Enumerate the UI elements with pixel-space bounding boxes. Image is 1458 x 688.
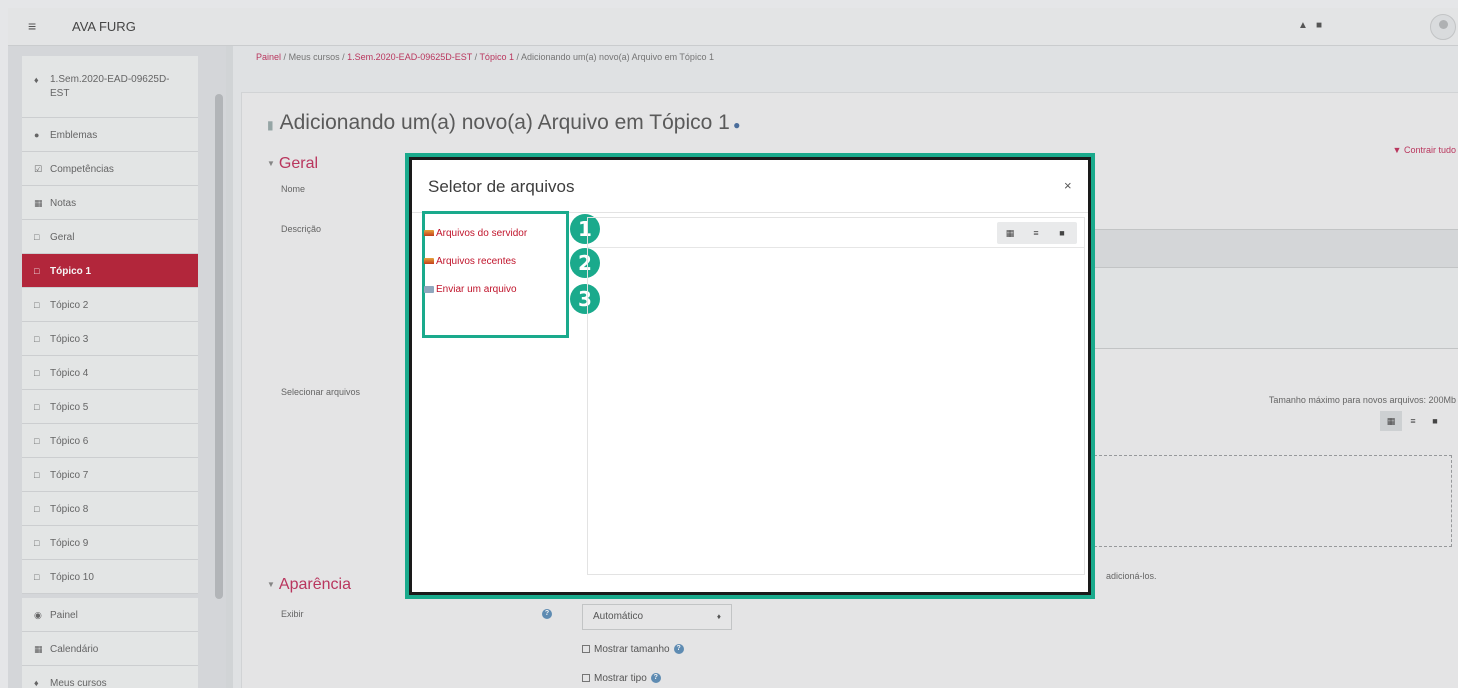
repo-server-files[interactable]: Arquivos do servidor <box>424 228 527 239</box>
file-picker-content-area: ▦ ≡ ■ <box>587 217 1085 575</box>
repo-upload-file[interactable]: Enviar um arquivo <box>424 284 517 295</box>
upload-icon <box>424 285 434 293</box>
close-button[interactable]: × <box>1064 178 1072 193</box>
repo-label: Arquivos recentes <box>436 256 517 267</box>
file-picker-title: Seletor de arquivos <box>428 177 575 196</box>
repo-recent-files[interactable]: Arquivos recentes <box>424 256 516 267</box>
view-toggle-group: ▦ ≡ ■ <box>997 222 1077 244</box>
grid-view-icon[interactable]: ▦ <box>997 222 1023 244</box>
file-picker-toolbar: ▦ ≡ ■ <box>588 218 1084 248</box>
repo-label: Enviar um arquivo <box>436 284 517 295</box>
folder-view-icon[interactable]: ■ <box>1049 222 1075 244</box>
server-files-icon <box>424 230 434 237</box>
file-picker-highlight-frame: Seletor de arquivos × Arquivos do servid… <box>405 153 1095 599</box>
repo-label: Arquivos do servidor <box>436 228 528 239</box>
recent-files-icon <box>424 258 434 265</box>
list-view-icon[interactable]: ≡ <box>1023 222 1049 244</box>
file-picker-dialog: Seletor de arquivos × Arquivos do servid… <box>412 160 1088 592</box>
